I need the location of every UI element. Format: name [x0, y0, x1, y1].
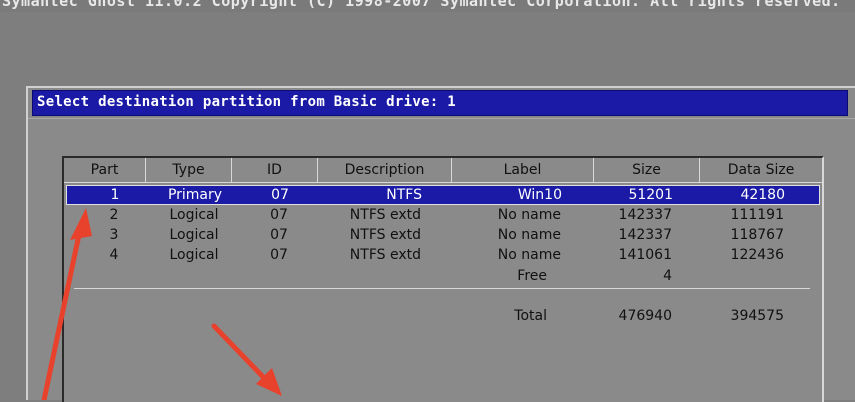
arrow-up-icon [41, 208, 92, 400]
arrow-down-icon [211, 323, 282, 396]
annotation-arrows [41, 208, 282, 400]
